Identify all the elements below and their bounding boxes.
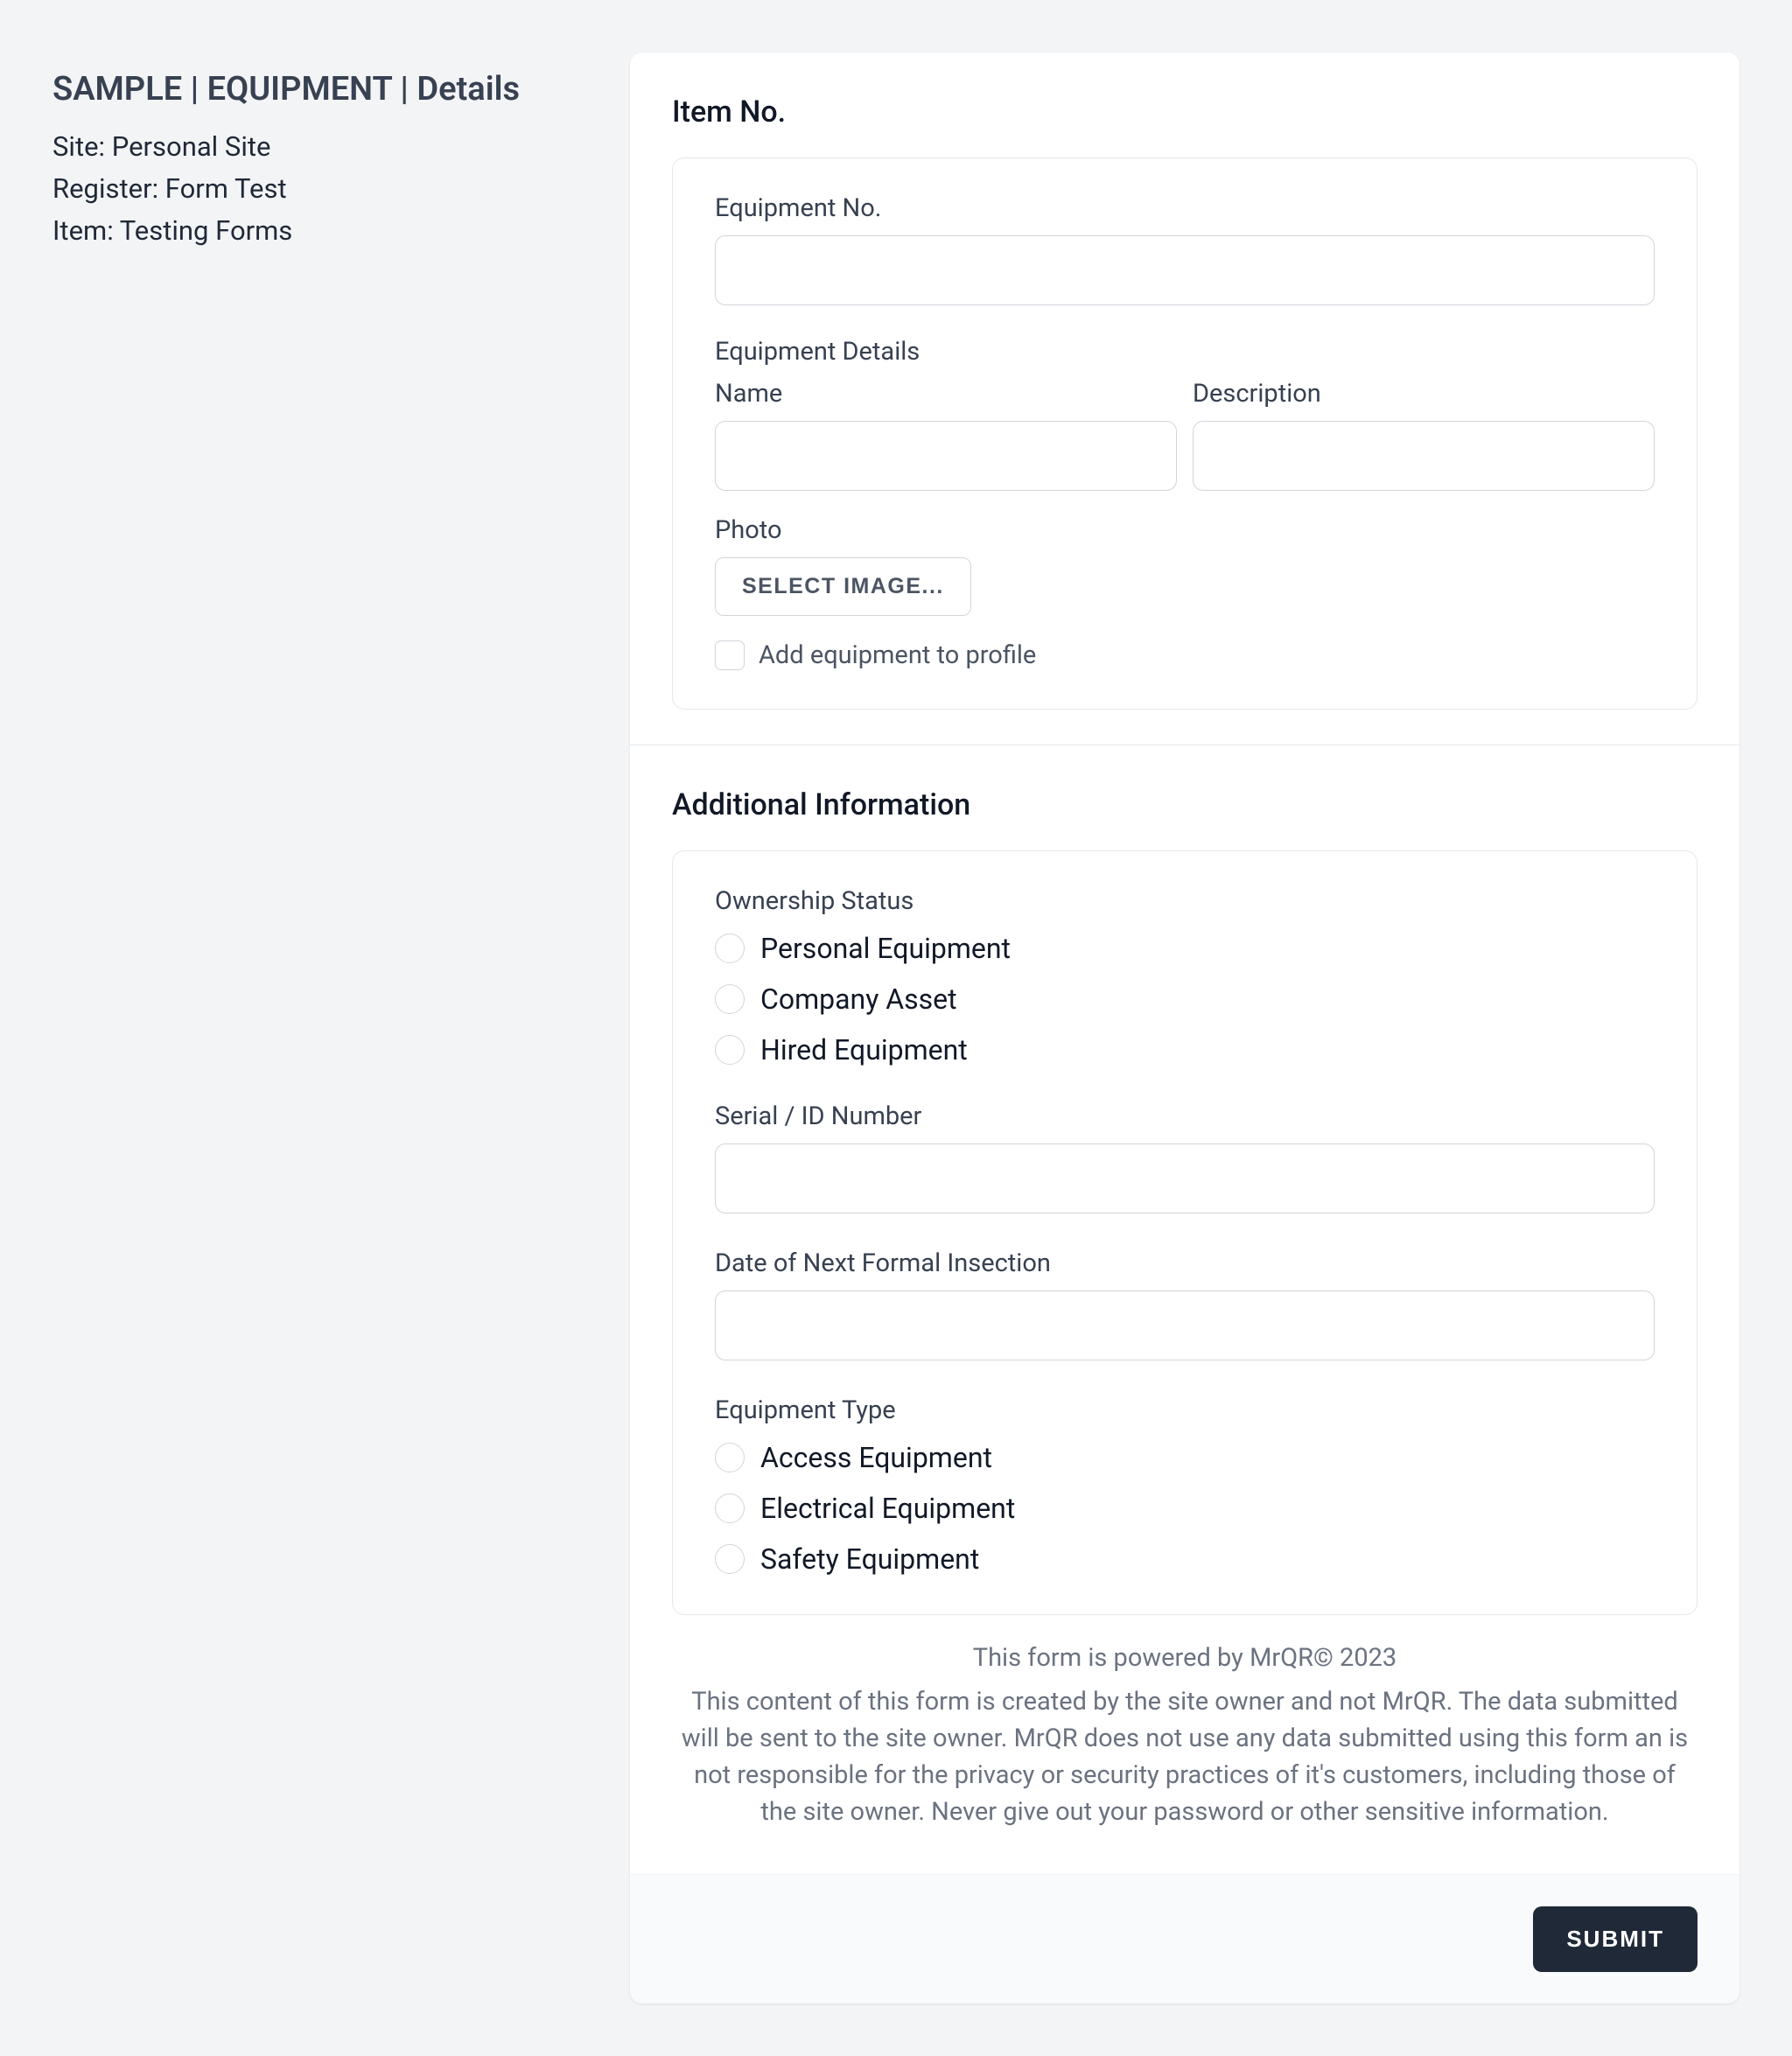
equipment-type-radio-label: Safety Equipment — [760, 1542, 979, 1576]
equipment-type-group: Access Equipment Electrical Equipment Sa… — [715, 1441, 1655, 1576]
ownership-radio-label: Hired Equipment — [760, 1033, 968, 1066]
register-line: Register: Form Test — [52, 168, 595, 210]
add-to-profile-checkbox[interactable] — [715, 640, 745, 670]
name-label: Name — [715, 379, 1177, 409]
inspection-date-input[interactable] — [715, 1290, 1655, 1360]
submit-button[interactable]: SUBMIT — [1533, 1906, 1698, 1972]
description-label: Description — [1193, 379, 1655, 409]
form-footer: SUBMIT — [630, 1874, 1740, 2004]
equipment-type-radio-safety[interactable] — [715, 1544, 745, 1574]
disclaimer: This content of this form is created by … — [672, 1683, 1698, 1839]
ownership-status-label: Ownership Status — [715, 886, 1655, 916]
equipment-type-label: Equipment Type — [715, 1395, 1655, 1425]
powered-by: This form is powered by MrQR© 2023 — [672, 1643, 1698, 1673]
ownership-radio-label: Company Asset — [760, 983, 957, 1016]
select-image-button[interactable]: SELECT IMAGE... — [715, 557, 971, 616]
description-input[interactable] — [1193, 421, 1655, 491]
item-card: Equipment No. Equipment Details Name Des… — [672, 157, 1698, 710]
section-additional: Additional Information Ownership Status … — [630, 745, 1740, 1874]
site-line: Site: Personal Site — [52, 126, 595, 168]
ownership-radio-personal[interactable] — [715, 934, 745, 963]
sidebar: SAMPLE | EQUIPMENT | Details Site: Perso… — [52, 52, 595, 2004]
inspection-date-label: Date of Next Formal Insection — [715, 1248, 1655, 1278]
additional-card: Ownership Status Personal Equipment Comp… — [672, 850, 1698, 1615]
serial-input[interactable] — [715, 1143, 1655, 1213]
equipment-details-label: Equipment Details — [715, 337, 1655, 367]
section-item-title: Item No. — [672, 94, 1698, 129]
equipment-no-input[interactable] — [715, 235, 1655, 305]
ownership-radio-company[interactable] — [715, 984, 745, 1014]
photo-label: Photo — [715, 515, 1655, 545]
serial-label: Serial / ID Number — [715, 1101, 1655, 1131]
ownership-radio-hired[interactable] — [715, 1035, 745, 1065]
name-input[interactable] — [715, 421, 1177, 491]
section-additional-title: Additional Information — [672, 787, 1698, 822]
equipment-type-radio-access[interactable] — [715, 1443, 745, 1472]
add-to-profile-label: Add equipment to profile — [759, 640, 1036, 670]
page-title: SAMPLE | EQUIPMENT | Details — [52, 70, 595, 108]
equipment-type-radio-label: Access Equipment — [760, 1441, 992, 1474]
equipment-type-radio-label: Electrical Equipment — [760, 1492, 1015, 1525]
section-item-no: Item No. Equipment No. Equipment Details… — [630, 52, 1740, 745]
ownership-radio-label: Personal Equipment — [760, 932, 1011, 965]
page-meta: Site: Personal Site Register: Form Test … — [52, 126, 595, 252]
ownership-status-group: Personal Equipment Company Asset Hired E… — [715, 932, 1655, 1066]
equipment-no-label: Equipment No. — [715, 193, 1655, 223]
form-panel: Item No. Equipment No. Equipment Details… — [630, 52, 1740, 2004]
item-line: Item: Testing Forms — [52, 210, 595, 252]
equipment-type-radio-electrical[interactable] — [715, 1493, 745, 1523]
